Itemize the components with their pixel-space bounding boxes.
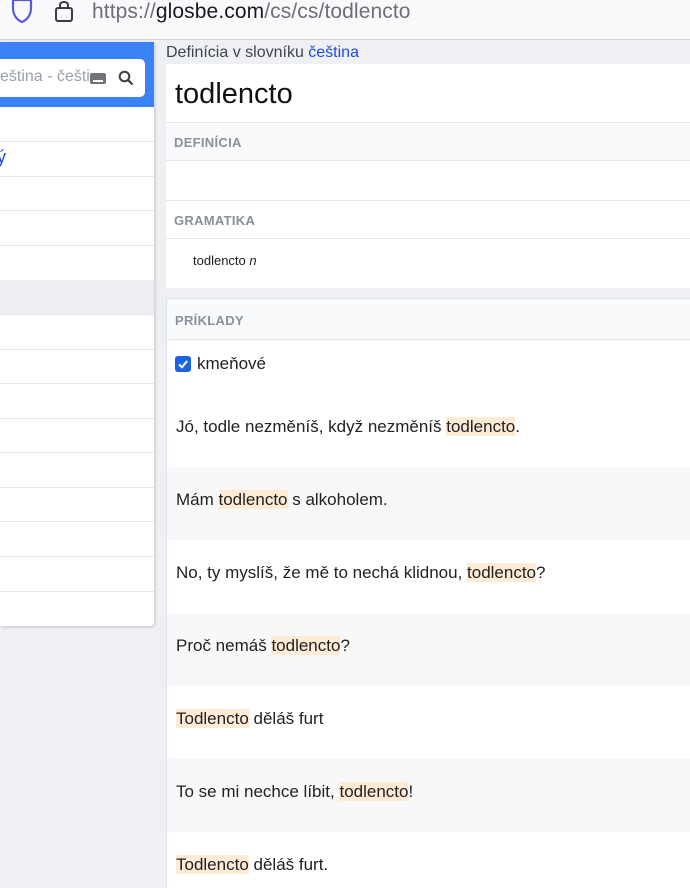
example-highlight: todlencto xyxy=(446,417,516,436)
sidebar-item[interactable] xyxy=(0,522,154,557)
example-text: Jó, todle nezměníš, když nezměníš xyxy=(176,417,447,436)
example-sentence: To se mi nechce líbit, todlencto! xyxy=(176,782,413,802)
definition-header-label: DEFINÍCIA xyxy=(174,135,242,150)
example-text: děláš furt. xyxy=(248,855,329,874)
url-path: /cs/cs/todlencto xyxy=(264,0,411,23)
example-text: ? xyxy=(536,563,546,582)
example-highlight: todlencto xyxy=(218,490,288,509)
sidebar-item-link[interactable]: ý xyxy=(0,147,6,168)
search-input[interactable]: eština - češti xyxy=(0,59,145,97)
example-highlight: Todlencto xyxy=(176,855,249,874)
tracking-protection-shield-icon[interactable] xyxy=(9,0,35,24)
sidebar-item[interactable] xyxy=(0,315,154,350)
example-text: s alkoholem. xyxy=(287,490,388,509)
sidebar-item[interactable] xyxy=(0,453,154,488)
sidebar-item[interactable] xyxy=(0,384,154,419)
example-sentence: Proč nemáš todlencto? xyxy=(176,636,350,656)
example-row: No, ty myslíš, že mě to nechá klidnou, t… xyxy=(167,540,690,613)
examples-section-header: PRÍKLADY xyxy=(167,299,690,340)
example-sentence: Todlencto děláš furt. xyxy=(176,855,328,875)
sidebar-item[interactable] xyxy=(0,107,154,142)
sidebar-item[interactable] xyxy=(0,557,154,592)
sidebar-item[interactable] xyxy=(0,350,154,384)
checkbox-checked-icon[interactable] xyxy=(175,356,191,372)
sidebar: eština - češti ý xyxy=(0,42,154,626)
sidebar-item[interactable] xyxy=(0,177,154,211)
url-text[interactable]: https://glosbe.com/cs/cs/todlencto xyxy=(92,0,411,24)
example-highlight: todlencto xyxy=(271,636,341,655)
search-icon[interactable] xyxy=(118,70,134,86)
stem-checkbox-label[interactable]: kmeňové xyxy=(197,354,266,374)
example-row: Proč nemáš todlencto? xyxy=(167,613,690,686)
example-row: Todlencto děláš furt xyxy=(167,686,690,759)
search-input-text: eština - češti xyxy=(0,68,90,85)
browser-url-bar[interactable]: https://glosbe.com/cs/cs/todlencto xyxy=(0,0,690,40)
example-highlight: Todlencto xyxy=(176,709,249,728)
page-title: todlencto xyxy=(175,78,293,110)
examples-card: PRÍKLADY kmeňové Jó, todle nezměníš, kdy… xyxy=(166,298,690,888)
definition-section-header: DEFINÍCIA xyxy=(166,122,690,161)
example-row: To se mi nechce líbit, todlencto! xyxy=(167,759,690,832)
example-text: ? xyxy=(340,636,350,655)
url-prefix: https:// xyxy=(92,0,156,23)
sidebar-item[interactable] xyxy=(0,280,154,315)
example-sentence: Mám todlencto s alkoholem. xyxy=(176,490,388,510)
example-row: Jó, todle nezměníš, když nezměníš todlen… xyxy=(167,394,690,467)
breadcrumb-prefix: Definícia v slovníku xyxy=(166,44,309,61)
breadcrumb-language-link[interactable]: čeština xyxy=(308,44,359,61)
sidebar-item[interactable]: ý xyxy=(0,142,154,177)
entry-card: todlencto DEFINÍCIA GRAMATIKA todlencto … xyxy=(166,64,690,288)
example-text: No, ty myslíš, že mě to nechá klidnou, xyxy=(176,563,468,582)
example-text: Proč nemáš xyxy=(176,636,272,655)
grammar-word: todlencto xyxy=(193,253,246,268)
example-row: Mám todlencto s alkoholem. xyxy=(167,467,690,540)
grammar-header-label: GRAMATIKA xyxy=(174,213,256,228)
keyboard-icon[interactable] xyxy=(90,73,106,84)
example-sentence: Todlencto děláš furt xyxy=(176,709,323,729)
example-text: . xyxy=(515,417,520,436)
sidebar-item[interactable] xyxy=(0,211,154,246)
sidebar-item[interactable] xyxy=(0,488,154,522)
example-sentence: Jó, todle nezměníš, když nezměníš todlen… xyxy=(176,417,520,437)
grammar-info: todlencto n xyxy=(193,253,257,268)
example-row: Todlencto děláš furt. xyxy=(167,832,690,888)
sidebar-item[interactable] xyxy=(0,419,154,453)
url-host: glosbe.com xyxy=(155,0,265,23)
example-highlight: todlencto xyxy=(467,563,537,582)
example-sentence: No, ty myslíš, že mě to nechá klidnou, t… xyxy=(176,563,545,583)
examples-header-label: PRÍKLADY xyxy=(175,313,244,328)
grammar-tag: n xyxy=(249,253,257,268)
grammar-section-header: GRAMATIKA xyxy=(166,200,690,239)
lock-icon[interactable] xyxy=(52,0,76,24)
example-text: To se mi nechce líbit, xyxy=(176,782,340,801)
example-text: děláš furt xyxy=(248,709,324,728)
example-highlight: todlencto xyxy=(339,782,409,801)
example-text: Mám xyxy=(176,490,219,509)
example-text: ! xyxy=(408,782,414,801)
breadcrumb: Definícia v slovníku čeština xyxy=(166,42,690,64)
